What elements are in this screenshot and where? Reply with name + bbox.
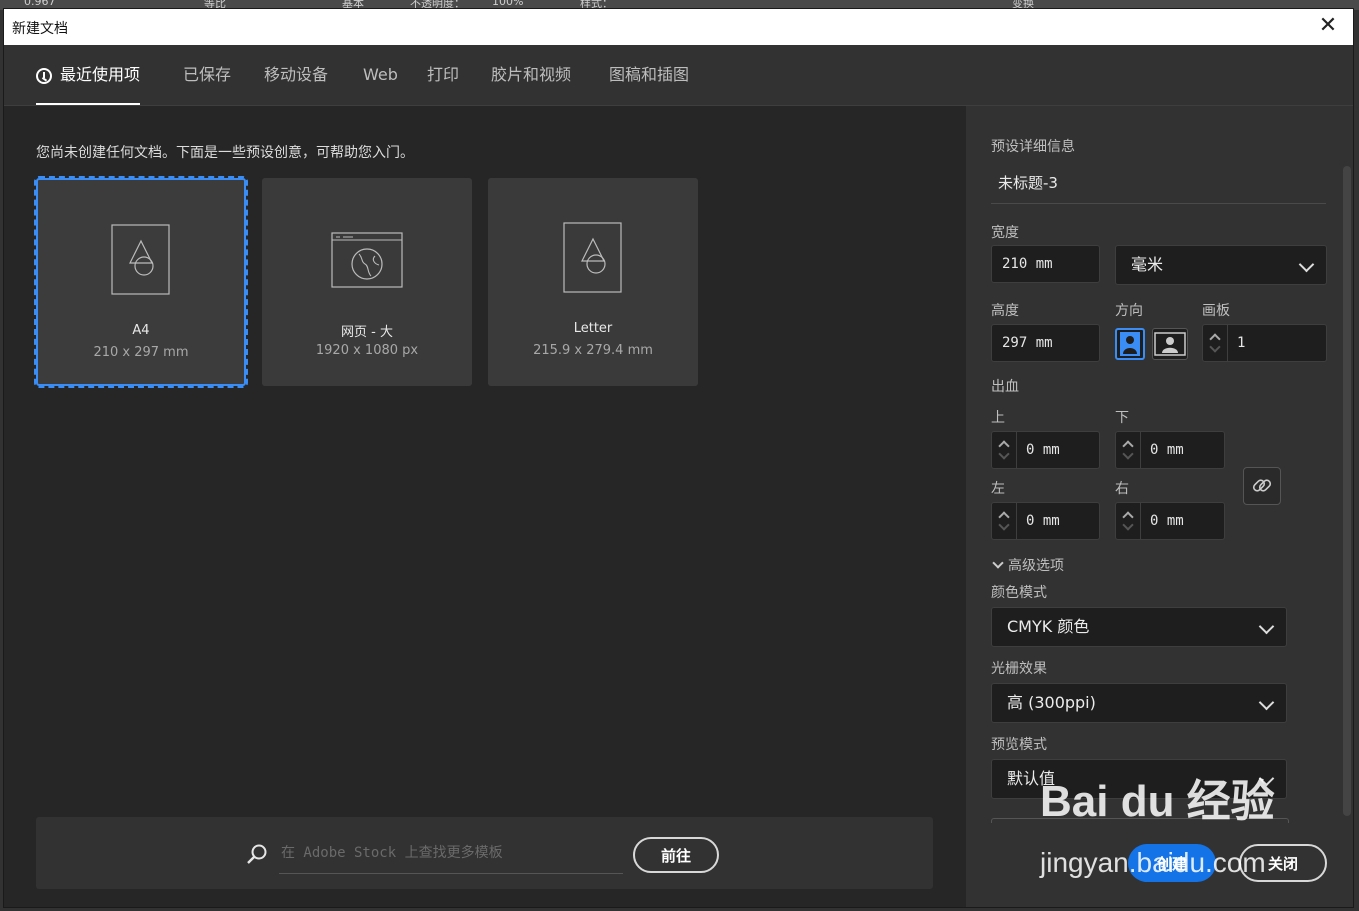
details-header: 预设详细信息 <box>991 139 1075 155</box>
landscape-icon <box>1154 332 1186 356</box>
preset-size: 210 x 297 mm <box>93 345 189 360</box>
document-shapes-icon <box>111 224 170 295</box>
stepper-arrows-icon[interactable] <box>1203 325 1228 361</box>
preset-card-letter[interactable]: Letter 215.9 x 279.4 mm <box>488 178 698 386</box>
chevron-down-icon <box>1258 618 1275 635</box>
advanced-options-label: 高级选项 <box>1008 558 1064 574</box>
bleed-top-label: 上 <box>991 410 1005 426</box>
tab-recent-label: 最近使用项 <box>60 65 141 84</box>
bleed-top-stepper[interactable] <box>991 431 1100 469</box>
watermark-brand: Bai du 经验 <box>1040 777 1275 826</box>
tab-saved[interactable]: 已保存 <box>183 45 231 105</box>
details-scrollbar[interactable] <box>1343 166 1351 816</box>
preset-name: Letter <box>573 321 613 336</box>
link-icon <box>1252 479 1272 492</box>
tab-mobile[interactable]: 移动设备 <box>264 45 328 105</box>
bleed-left-stepper[interactable] <box>991 502 1100 540</box>
web-globe-icon <box>331 232 403 288</box>
bleed-bottom-stepper[interactable] <box>1115 431 1225 469</box>
raster-effects-select[interactable]: 高 (300ppi) <box>991 683 1287 723</box>
preset-size: 1920 x 1080 px <box>315 343 419 358</box>
width-input[interactable] <box>992 246 1099 282</box>
chevron-down-icon <box>1258 694 1275 711</box>
advanced-options-toggle[interactable]: 高级选项 <box>991 555 1064 575</box>
document-name: 未标题-3 <box>998 174 1058 192</box>
stepper-arrows-icon[interactable] <box>1116 503 1141 539</box>
stepper-arrows-icon[interactable] <box>1116 432 1141 468</box>
bleed-right-stepper[interactable] <box>1115 502 1225 540</box>
intro-text: 您尚未创建任何文档。下面是一些预设创意，可帮助您入门。 <box>36 145 414 161</box>
close-icon[interactable]: ✕ <box>1315 13 1341 39</box>
portrait-orientation-button[interactable] <box>1115 328 1145 360</box>
bleed-left-label: 左 <box>991 481 1005 497</box>
raster-effects-label: 光栅效果 <box>991 661 1047 677</box>
preset-size: 215.9 x 279.4 mm <box>533 343 653 358</box>
stock-search-input[interactable] <box>279 833 623 874</box>
width-field[interactable] <box>991 245 1100 283</box>
preview-mode-label: 预览模式 <box>991 737 1047 753</box>
artboards-label: 画板 <box>1202 303 1230 319</box>
orientation-label: 方向 <box>1115 303 1143 319</box>
tab-web[interactable]: Web <box>363 45 398 105</box>
category-tabs: 最近使用项 已保存 移动设备 Web 打印 胶片和视频 图稿和插图 <box>4 45 1353 106</box>
bleed-label: 出血 <box>991 379 1019 395</box>
document-name-field[interactable]: 未标题-3 <box>991 166 1326 204</box>
tab-film-video[interactable]: 胶片和视频 <box>491 45 571 105</box>
scale-value: 0.967 <box>24 0 56 8</box>
preset-card-a4[interactable]: A4 210 x 297 mm <box>34 176 248 388</box>
chevron-down-icon <box>992 557 1004 569</box>
height-label: 高度 <box>991 303 1019 319</box>
tab-art-illustration[interactable]: 图稿和插图 <box>609 45 689 105</box>
color-mode-label: 颜色模式 <box>991 585 1047 601</box>
landscape-orientation-button[interactable] <box>1152 328 1188 360</box>
height-input[interactable] <box>992 325 1099 361</box>
height-field[interactable] <box>991 324 1100 362</box>
presets-area: 您尚未创建任何文档。下面是一些预设创意，可帮助您入门。 A4 210 x 297… <box>4 106 966 907</box>
search-icon <box>247 844 267 864</box>
width-label: 宽度 <box>991 225 1019 241</box>
adobe-stock-search-bar: 前往 <box>36 817 933 889</box>
units-select[interactable]: 毫米 <box>1115 245 1327 285</box>
bleed-right-label: 右 <box>1115 481 1129 497</box>
color-mode-select[interactable]: CMYK 颜色 <box>991 607 1287 647</box>
portrait-icon <box>1120 332 1140 356</box>
bleed-bottom-label: 下 <box>1115 410 1129 426</box>
tab-recent[interactable]: 最近使用项 <box>36 45 141 105</box>
title-bar: 新建文档 ✕ <box>4 9 1353 45</box>
chevron-down-icon <box>1298 256 1315 273</box>
raster-effects-value: 高 (300ppi) <box>1007 693 1096 712</box>
units-value: 毫米 <box>1131 255 1164 274</box>
stepper-arrows-icon[interactable] <box>992 503 1017 539</box>
stepper-arrows-icon[interactable] <box>992 432 1017 468</box>
artboards-stepper[interactable] <box>1202 324 1327 362</box>
document-shapes-icon <box>563 222 622 293</box>
dialog-title: 新建文档 <box>12 21 68 37</box>
link-bleed-button[interactable] <box>1243 467 1281 505</box>
go-button[interactable]: 前往 <box>633 837 719 873</box>
color-mode-value: CMYK 颜色 <box>1007 617 1090 636</box>
preset-name: A4 <box>132 323 150 338</box>
preset-name: 网页 - 大 <box>341 325 393 340</box>
opacity-value[interactable]: 100% <box>492 0 523 8</box>
tab-print[interactable]: 打印 <box>427 45 459 105</box>
watermark-url: jingyan.baidu.com <box>1040 847 1266 878</box>
preset-card-web-large[interactable]: 网页 - 大 1920 x 1080 px <box>262 178 472 386</box>
clock-icon <box>36 68 52 84</box>
